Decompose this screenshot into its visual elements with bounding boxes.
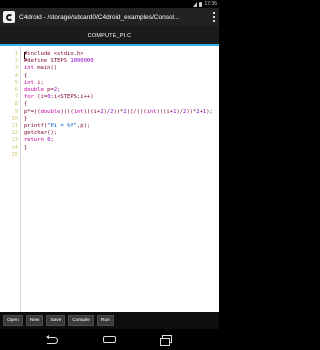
code-token: main()	[33, 65, 58, 72]
code-token: int	[24, 65, 34, 72]
code-token: ))/(((	[126, 108, 147, 115]
code-token: }	[24, 144, 28, 151]
line-number: 6	[14, 87, 18, 93]
line-number: 3	[14, 65, 18, 72]
line-number: 11	[11, 123, 18, 129]
code-token: }	[24, 115, 28, 122]
code-line[interactable]: printf("Pi = %f",p);	[24, 123, 90, 130]
line-number: 10	[11, 115, 18, 122]
line-number: 4	[14, 72, 18, 79]
code-token: 1000000	[70, 58, 94, 65]
code-token: int	[73, 108, 84, 115]
code-token: {	[24, 101, 28, 108]
recent-apps-icon[interactable]	[160, 334, 172, 346]
code-token: ;i<STEPS;i++)	[50, 94, 94, 101]
line-number: 12	[11, 130, 18, 137]
code-line[interactable]: #define STEPS 1000000	[24, 58, 94, 65]
code-line[interactable]: int main()	[24, 65, 57, 72]
file-tab-bar: COMPUTE_PI.C	[0, 26, 219, 46]
code-token: );	[206, 108, 213, 115]
window-title: C4droid - /storage/sdcard0/C4droid_examp…	[19, 13, 180, 21]
code-token: p=	[43, 87, 54, 93]
status-bar: 17:36	[0, 0, 219, 8]
app-logo-icon	[3, 11, 15, 23]
line-number: 13	[11, 137, 18, 144]
code-line[interactable]: }	[24, 116, 27, 123]
code-token: p*=((	[24, 108, 41, 115]
navigation-bar	[0, 329, 219, 350]
code-token: )((i+	[156, 108, 174, 115]
code-token: double	[24, 87, 44, 93]
code-line[interactable]: int i;	[24, 80, 44, 87]
line-number: 1	[14, 51, 18, 57]
code-token: ))*	[113, 108, 124, 115]
tab-compute-pi[interactable]: COMPUTE_PI.C	[0, 33, 219, 39]
bottom-toolbar: Open New Save Compile Run	[0, 312, 219, 329]
code-line[interactable]: getchar();	[24, 130, 57, 137]
code-token: ))*	[186, 108, 197, 115]
code-token: )/	[176, 108, 183, 115]
line-number: 14	[11, 144, 18, 151]
code-line[interactable]: #include <stdio.h>	[24, 51, 84, 58]
code-line[interactable]: }	[24, 145, 27, 152]
code-line[interactable]: {	[24, 101, 27, 108]
status-time: 17:36	[204, 1, 217, 7]
text-cursor	[24, 52, 25, 59]
code-token: getchar();	[24, 130, 58, 137]
line-number: 15	[11, 151, 18, 158]
open-button[interactable]: Open	[3, 315, 23, 326]
code-editor[interactable]: 1 2 3 4 5 6 7 8 9 10 11 12 13 14 15 #include <stdio.h>…	[0, 46, 219, 312]
code-token: )((i+	[83, 108, 101, 115]
code-token: i;	[33, 79, 44, 86]
code-token: printf(	[24, 123, 48, 129]
line-number-gutter: 1 2 3 4 5 6 7 8 9 10 11 12 13 14 15	[0, 46, 21, 312]
code-line[interactable]: double p=2;	[24, 87, 60, 94]
code-token: return	[24, 137, 44, 144]
code-line[interactable]: p*=((double)(((int)((i+2)/2))*2))/(((int…	[24, 109, 213, 116]
code-token: double	[40, 108, 61, 115]
code-token: ,p);	[77, 123, 91, 129]
code-token: int	[146, 108, 157, 115]
code-line[interactable]: for (i=0;i<STEPS;i++)	[24, 94, 94, 101]
code-line[interactable]: {	[24, 73, 27, 80]
line-number: 2	[14, 58, 18, 65]
line-number: 7	[14, 94, 18, 101]
code-token: for	[24, 94, 34, 101]
run-button[interactable]: Run	[96, 315, 114, 326]
code-token: #include <stdio.h>	[24, 51, 84, 57]
code-token: #define STEPS	[24, 58, 71, 65]
code-token: {	[24, 72, 28, 79]
signal-icon	[193, 1, 198, 7]
title-bar: C4droid - /storage/sdcard0/C4droid_examp…	[0, 8, 219, 26]
overflow-menu-icon[interactable]	[213, 12, 216, 22]
code-token: ;	[50, 137, 54, 144]
code-token: int	[24, 79, 34, 86]
status-icons: 17:36	[193, 0, 217, 8]
code-token: ;	[57, 87, 61, 93]
line-number: 9	[14, 108, 18, 115]
code-token: )(((	[60, 108, 74, 115]
line-number: 8	[14, 101, 18, 108]
back-icon[interactable]	[46, 334, 59, 345]
compile-button[interactable]: Compile	[68, 315, 94, 326]
new-button[interactable]: New	[25, 315, 44, 326]
save-button[interactable]: Save	[46, 315, 66, 326]
line-number: 5	[14, 79, 18, 86]
code-token: "Pi = %f"	[47, 123, 77, 129]
home-icon[interactable]	[103, 336, 116, 343]
code-token: (i=	[33, 94, 48, 101]
battery-icon	[199, 1, 203, 7]
code-line[interactable]: return 0;	[24, 137, 54, 144]
